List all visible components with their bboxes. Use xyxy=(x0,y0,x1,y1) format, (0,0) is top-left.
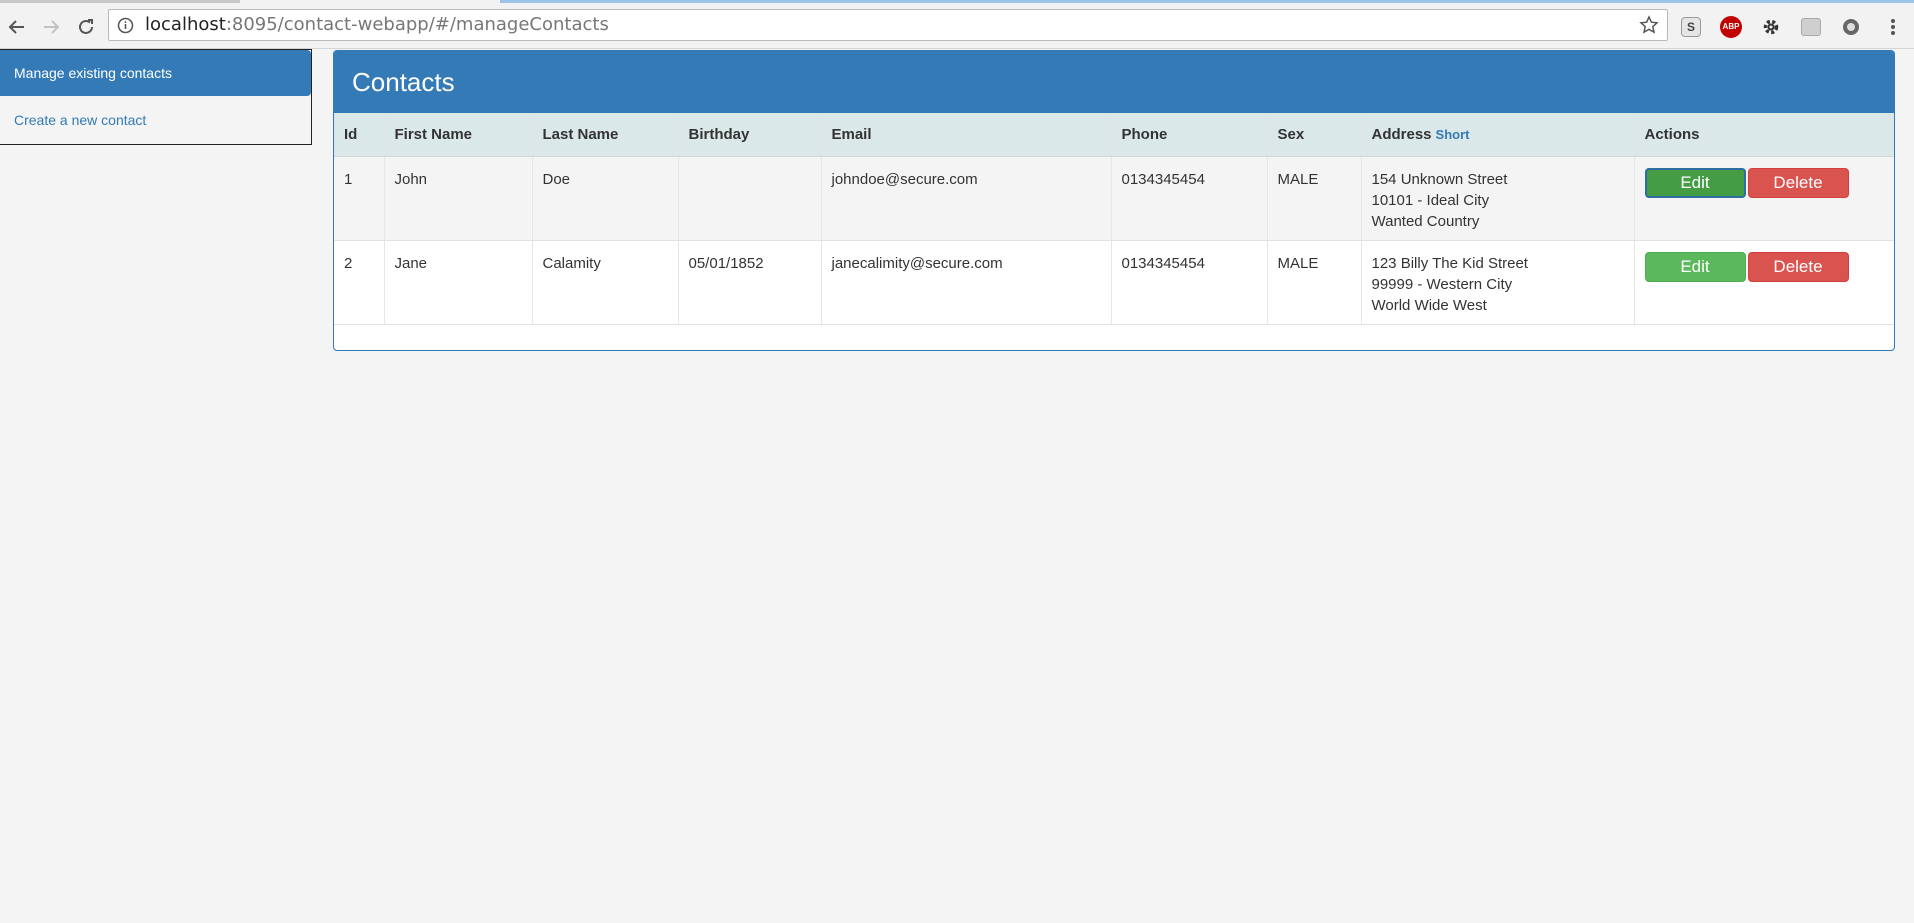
reload-icon[interactable] xyxy=(71,12,101,42)
browser-tab-inactive[interactable] xyxy=(0,0,240,3)
cell-first-name: John xyxy=(384,156,533,241)
grey-extension-icon[interactable] xyxy=(1799,15,1823,39)
s-extension-icon[interactable]: S xyxy=(1679,15,1703,39)
cell-email: johndoe@secure.com xyxy=(821,156,1112,241)
delete-button[interactable]: Delete xyxy=(1747,168,1849,198)
page-title: Contacts xyxy=(334,51,1894,113)
address-bar[interactable]: localhost:8095/contact-webapp/#/manageCo… xyxy=(108,9,1668,41)
cell-address: 154 Unknown Street 10101 - Ideal City Wa… xyxy=(1361,156,1635,241)
cell-birthday: 05/01/1852 xyxy=(678,240,822,325)
cell-last-name: Doe xyxy=(532,156,679,241)
cell-email: janecalimity@secure.com xyxy=(821,240,1112,325)
delete-button[interactable]: Delete xyxy=(1747,252,1849,282)
forward-icon[interactable] xyxy=(36,12,66,42)
column-header-birthday: Birthday xyxy=(678,113,822,157)
address-line: Wanted Country xyxy=(1371,213,1480,230)
address-header-label: Address xyxy=(1371,126,1432,143)
column-header-last-name: Last Name xyxy=(532,113,679,157)
contacts-table: Id First Name Last Name Birthday Email P… xyxy=(334,113,1894,325)
bookmark-star-icon[interactable] xyxy=(1639,15,1659,40)
globe-extension-icon[interactable] xyxy=(1839,15,1863,39)
back-icon[interactable] xyxy=(2,12,32,42)
gear-icon[interactable] xyxy=(1759,15,1783,39)
cell-first-name: Jane xyxy=(384,240,533,325)
address-line: World Wide West xyxy=(1371,297,1487,314)
column-header-phone: Phone xyxy=(1111,113,1268,157)
table-row: 2 Jane Calamity 05/01/1852 janecalimity@… xyxy=(334,240,1894,325)
cell-actions: Edit Delete xyxy=(1634,240,1894,325)
edit-button[interactable]: Edit xyxy=(1644,168,1746,198)
url-path: :8095/contact-webapp/#/manageContacts xyxy=(225,14,609,35)
column-header-email: Email xyxy=(821,113,1112,157)
cell-actions: Edit Delete xyxy=(1634,156,1894,241)
cell-id: 2 xyxy=(334,240,385,325)
cell-sex: MALE xyxy=(1267,156,1362,241)
cell-phone: 0134345454 xyxy=(1111,240,1268,325)
cell-last-name: Calamity xyxy=(532,240,679,325)
address-short-toggle[interactable]: Short xyxy=(1436,127,1470,142)
address-line: 99999 - Western City xyxy=(1371,276,1513,293)
cell-address: 123 Billy The Kid Street 99999 - Western… xyxy=(1361,240,1635,325)
cell-sex: MALE xyxy=(1267,240,1362,325)
column-header-sex: Sex xyxy=(1267,113,1362,157)
url-host: localhost xyxy=(145,14,226,35)
table-header-row: Id First Name Last Name Birthday Email P… xyxy=(334,113,1894,157)
browser-tab-active[interactable] xyxy=(500,0,1914,3)
column-header-id: Id xyxy=(334,113,385,157)
cell-phone: 0134345454 xyxy=(1111,156,1268,241)
contacts-panel: Contacts Id First Name Last Name Birthda… xyxy=(333,50,1895,351)
menu-dots-icon[interactable] xyxy=(1881,15,1905,39)
cell-birthday xyxy=(678,156,822,241)
info-icon[interactable] xyxy=(117,17,134,39)
sidebar-nav: Manage existing contacts Create a new co… xyxy=(0,49,312,145)
column-header-first-name: First Name xyxy=(384,113,533,157)
adblock-plus-icon[interactable]: ABP xyxy=(1719,15,1743,39)
address-line: 10101 - Ideal City xyxy=(1371,192,1490,209)
sidebar-item-create-contact[interactable]: Create a new contact xyxy=(0,96,311,144)
url-text: localhost:8095/contact-webapp/#/manageCo… xyxy=(145,10,609,40)
address-line: 123 Billy The Kid Street xyxy=(1371,255,1528,272)
cell-id: 1 xyxy=(334,156,385,241)
address-line: 154 Unknown Street xyxy=(1371,171,1508,188)
edit-button[interactable]: Edit xyxy=(1644,252,1746,282)
column-header-actions: Actions xyxy=(1634,113,1894,157)
column-header-address: Address Short xyxy=(1361,113,1635,157)
browser-toolbar: localhost:8095/contact-webapp/#/manageCo… xyxy=(0,4,1914,49)
sidebar-item-manage-contacts[interactable]: Manage existing contacts xyxy=(0,50,311,96)
table-row: 1 John Doe johndoe@secure.com 0134345454… xyxy=(334,156,1894,241)
